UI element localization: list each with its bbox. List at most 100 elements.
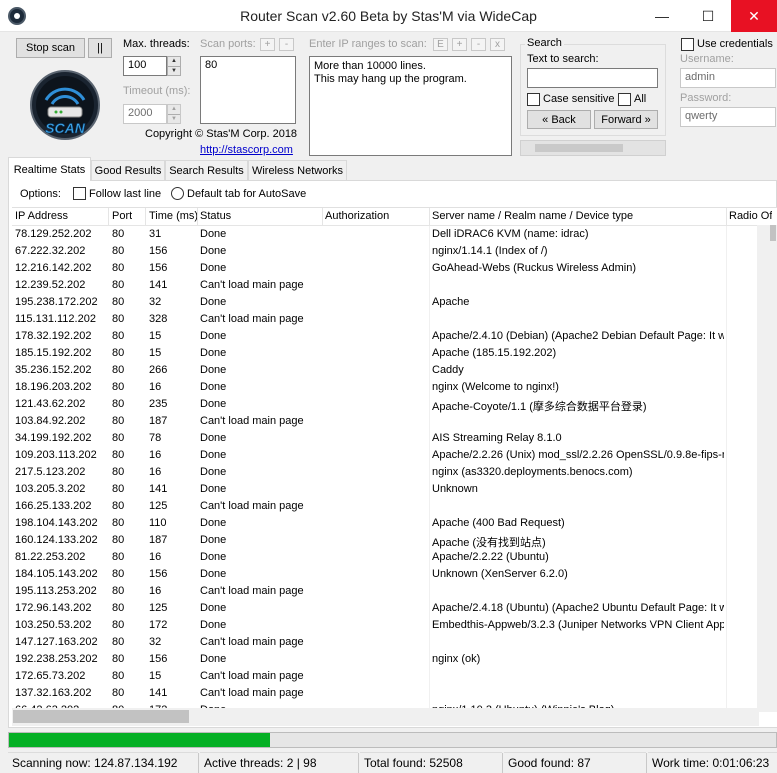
hscroll-thumb[interactable] [13,710,189,723]
col-port[interactable]: Port [112,210,132,222]
vscroll-thumb[interactable] [770,225,776,241]
table-row[interactable]: 172.96.143.202 80 125 Done Apache/2.4.18 (Ub… [12,600,777,617]
table-row[interactable]: 81.22.253.202 80 16 Done Apache/2.2.22 (Ubun… [12,549,777,566]
table-cell: 31 [149,228,162,240]
case-sensitive-label: Case sensitive [543,93,615,105]
follow-last-line-label: Follow last line [89,188,162,200]
results-table[interactable]: IP Address Port Time (ms) Status Authori… [12,207,777,727]
ip-ranges-text[interactable]: More than 10000 lines. This may hang up … [309,56,512,156]
table-row[interactable]: 12.216.142.202 80 156 Done GoAhead-Webs (Ruc… [12,260,777,277]
search-scrollbar[interactable] [520,140,666,156]
remove-port-button[interactable]: - [279,38,294,51]
table-row[interactable]: 217.5.123.202 80 16 Done nginx (as3320.deplo… [12,464,777,481]
table-cell: 187 [149,534,168,546]
table-row[interactable]: 198.104.143.202 80 110 Done Apache (400 Bad … [12,515,777,532]
table-row[interactable]: 115.131.112.202 80 328 Can't load main page [12,311,777,328]
add-port-button[interactable]: + [260,38,275,51]
table-cell: 178.32.192.202 [15,330,92,342]
table-row[interactable]: 147.127.163.202 80 32 Can't load main page [12,634,777,651]
table-cell: 156 [149,245,168,257]
website-link[interactable]: http://stascorp.com [200,144,293,156]
table-cell: Can't load main page [200,687,304,699]
search-input[interactable] [527,68,658,88]
default-tab-radio[interactable] [171,187,184,200]
close-button[interactable]: ✕ [731,0,777,32]
table-cell: 198.104.143.202 [15,517,98,529]
table-row[interactable]: 34.199.192.202 80 78 Done AIS Streaming Rela… [12,430,777,447]
case-sensitive-checkbox[interactable] [527,93,540,106]
table-cell: 80 [112,296,125,308]
col-radio[interactable]: Radio Of [729,210,772,222]
tab-wireless-networks[interactable]: Wireless Networks [248,160,347,180]
clear-ranges-button[interactable]: x [490,38,505,51]
table-cell: Done [200,296,227,308]
table-row[interactable]: 184.105.143.202 80 156 Done Unknown (XenServ… [12,566,777,583]
col-time[interactable]: Time (ms) [149,210,198,222]
edit-ranges-button[interactable]: E [433,38,448,51]
password-input[interactable]: qwerty [680,107,776,127]
table-cell: 80 [112,670,125,682]
tab-search-results[interactable]: Search Results [165,160,248,180]
spin-down-icon[interactable]: ▼ [168,65,180,76]
maximize-button[interactable]: ☐ [685,0,731,32]
table-row[interactable]: 185.15.192.202 80 15 Done Apache (185.15.192… [12,345,777,362]
table-cell: 156 [149,568,168,580]
spin-up-icon[interactable]: ▲ [168,57,180,66]
spin-down-icon[interactable]: ▼ [168,113,180,124]
table-row[interactable]: 12.239.52.202 80 141 Can't load main page [12,277,777,294]
table-row[interactable]: 195.113.253.202 80 16 Can't load main page [12,583,777,600]
table-cell: 81.22.253.202 [15,551,86,563]
table-row[interactable]: 67.222.32.202 80 156 Done nginx/1.14.1 (Inde… [12,243,777,260]
title-bar: Router Scan v2.60 Beta by Stas'M via Wid… [0,0,777,32]
back-button[interactable]: « Back [527,110,591,129]
use-credentials-checkbox[interactable] [681,38,694,51]
table-row[interactable]: 160.124.133.202 80 187 Done Apache (没有找到站点) [12,532,777,549]
spin-up-icon[interactable]: ▲ [168,105,180,114]
remove-range-button[interactable]: - [471,38,486,51]
tab-good-results[interactable]: Good Results [91,160,165,180]
table-cell: 15 [149,347,162,359]
table-row[interactable]: 35.236.152.202 80 266 Done Caddy [12,362,777,379]
col-status[interactable]: Status [200,210,231,222]
table-row[interactable]: 78.129.252.202 80 31 Done Dell iDRAC6 KVM (n… [12,226,777,243]
table-row[interactable]: 103.250.53.202 80 172 Done Embedthis-Appweb/… [12,617,777,634]
tab-realtime-stats[interactable]: Realtime Stats [8,157,91,181]
username-input[interactable]: admin [680,68,776,88]
table-row[interactable]: 109.203.113.202 80 16 Done Apache/2.2.26 (Un… [12,447,777,464]
table-row[interactable]: 178.32.192.202 80 15 Done Apache/2.4.10 (Deb… [12,328,777,345]
timeout-input[interactable]: 2000 [123,104,167,124]
table-row[interactable]: 172.65.73.202 80 15 Can't load main page [12,668,777,685]
timeout-spinner[interactable]: ▲ ▼ [167,104,181,124]
max-threads-input[interactable]: 100 [123,56,167,76]
table-vertical-scrollbar[interactable] [757,225,777,712]
status-good-found: Good found: 87 [504,752,646,773]
table-cell: 172.65.73.202 [15,670,86,682]
table-row[interactable]: 18.196.203.202 80 16 Done nginx (Welcome to … [12,379,777,396]
table-cell: 80 [112,313,125,325]
pause-button[interactable]: || [88,38,112,58]
table-row[interactable]: 195.238.172.202 80 32 Done Apache [12,294,777,311]
table-row[interactable]: 103.205.3.202 80 141 Done Unknown [12,481,777,498]
table-cell: Apache [432,296,470,308]
col-server-name[interactable]: Server name / Realm name / Device type [432,210,633,222]
search-scroll-thumb[interactable] [535,144,623,152]
all-checkbox[interactable] [618,93,631,106]
table-horizontal-scrollbar[interactable] [12,708,759,726]
table-cell: Done [200,381,227,393]
table-row[interactable]: 121.43.62.202 80 235 Done Apache-Coyote/1.1 … [12,396,777,413]
follow-last-line-checkbox[interactable] [73,187,86,200]
col-ip-address[interactable]: IP Address [15,210,68,222]
table-row[interactable]: 166.25.133.202 80 125 Can't load main page [12,498,777,515]
table-row[interactable]: 192.238.253.202 80 156 Done nginx (ok) [12,651,777,668]
table-cell: 80 [112,500,125,512]
table-row[interactable]: 137.32.163.202 80 141 Can't load main page [12,685,777,702]
minimize-button[interactable]: — [639,0,685,32]
ports-list[interactable]: 80 [200,56,296,124]
stop-scan-button[interactable]: Stop scan [16,38,85,58]
col-authorization[interactable]: Authorization [325,210,389,222]
max-threads-spinner[interactable]: ▲ ▼ [167,56,181,76]
table-row[interactable]: 103.84.92.202 80 187 Can't load main page [12,413,777,430]
table-cell: Dell iDRAC6 KVM (name: idrac) [432,228,589,240]
forward-button[interactable]: Forward » [594,110,658,129]
add-range-button[interactable]: + [452,38,467,51]
